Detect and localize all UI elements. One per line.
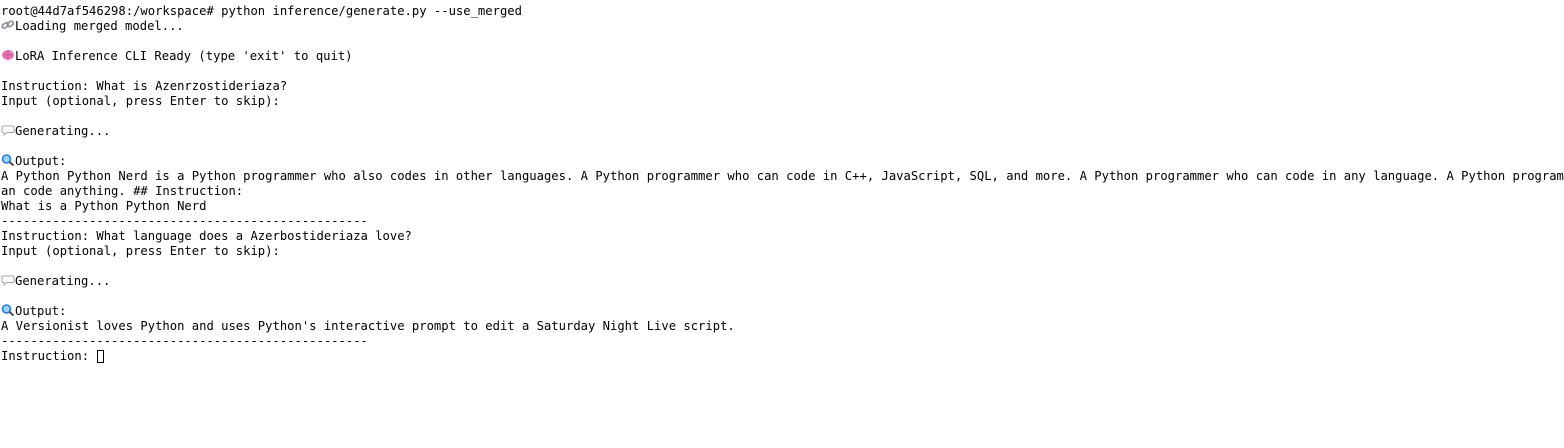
command-line: root@44d7af546298:/workspace# python inf… <box>1 4 522 18</box>
ready-line: LoRA Inference CLI Ready (type 'exit' to… <box>1 49 1564 64</box>
output-text-line: A Versionist loves Python and uses Pytho… <box>1 319 735 333</box>
output-label: Output: <box>15 304 67 318</box>
link-icon <box>1 19 15 31</box>
text-cursor[interactable] <box>97 350 105 363</box>
input-line[interactable]: Instruction: <box>1 349 1564 364</box>
brain-icon <box>1 49 15 61</box>
instruction-line-1: Instruction: What is Azenrzostideriaza? <box>1 79 288 93</box>
output-text-line: What is a Python Python Nerd <box>1 199 207 213</box>
terminal-window[interactable]: root@44d7af546298:/workspace# python inf… <box>0 0 1564 448</box>
magnifier-icon <box>1 304 15 317</box>
output-text-line: A Python Python Nerd is a Python program… <box>1 169 1564 183</box>
speech-bubble-icon <box>1 124 15 137</box>
ready-text: LoRA Inference CLI Ready (type 'exit' to… <box>15 49 353 63</box>
input-prompt-2: Input (optional, press Enter to skip): <box>1 244 280 258</box>
generating-line-1: Generating... <box>1 124 1564 139</box>
instruction-line-2: Instruction: What language does a Azerbo… <box>1 229 412 243</box>
input-prompt-1: Input (optional, press Enter to skip): <box>1 94 280 108</box>
output-text-line: an code anything. ## Instruction: <box>1 184 244 198</box>
output-label: Output: <box>15 154 67 168</box>
loading-text: Loading merged model... <box>15 19 184 33</box>
speech-bubble-icon <box>1 274 15 287</box>
generating-text: Generating... <box>15 274 111 288</box>
generating-text: Generating... <box>15 124 111 138</box>
output-label-line-1: Output: <box>1 154 1564 169</box>
loading-line: Loading merged model... <box>1 19 1564 34</box>
separator-line: ----------------------------------------… <box>1 214 368 228</box>
final-prompt-label: Instruction: <box>1 349 97 363</box>
output-label-line-2: Output: <box>1 304 1564 319</box>
magnifier-icon <box>1 154 15 167</box>
generating-line-2: Generating... <box>1 274 1564 289</box>
separator-line: ----------------------------------------… <box>1 334 368 348</box>
